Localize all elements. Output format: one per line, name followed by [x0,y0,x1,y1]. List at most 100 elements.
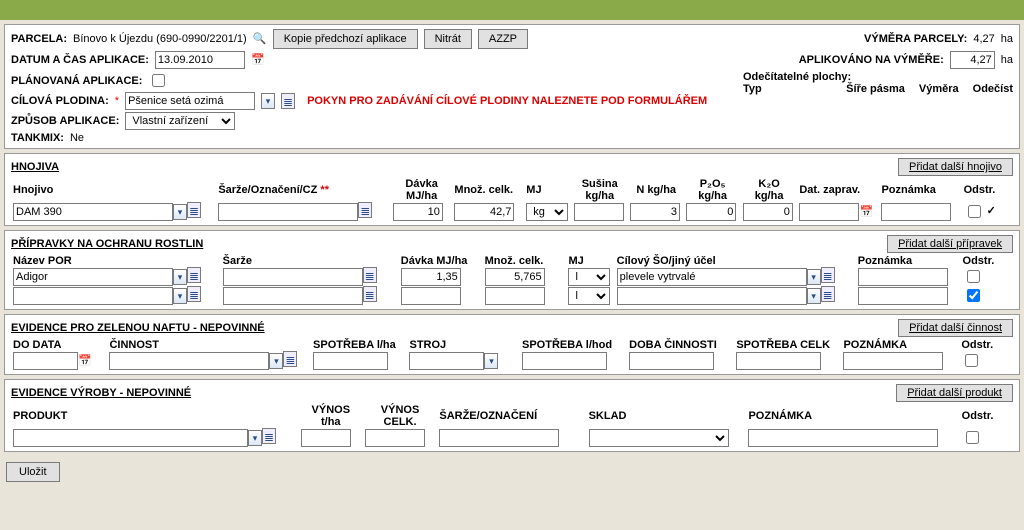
col-mj: MJ [524,178,571,202]
vyroba-vynostha-input[interactable] [301,429,351,447]
vyroba-vynoscelk-input[interactable] [365,429,425,447]
vyroba-pozn-input[interactable] [748,429,938,447]
datum-input[interactable] [155,51,245,69]
sarze-input[interactable] [218,203,358,221]
nafta-spotcelk-input[interactable] [736,352,821,370]
por0-pozn-input[interactable] [858,268,948,286]
vyroba-sklad-select[interactable] [589,429,729,447]
por1-list-icon[interactable] [187,286,201,302]
nafta-cinnost-input[interactable] [109,352,269,370]
col-sarze: Šarže/Označení/CZ ** [216,178,391,202]
nafta-cinnost-dd-icon[interactable] [269,353,283,369]
p2o5-input[interactable] [686,203,736,221]
por0-sarze-input[interactable] [223,268,363,286]
por0-davka-input[interactable] [401,268,461,286]
col-p2o5: P₂O₅ kg/ha [684,178,740,202]
por1-cilovy-input[interactable] [617,287,807,305]
col-nafta-dodata: DO DATA [11,339,107,351]
por0-nazev-input[interactable] [13,268,173,286]
pozn-input[interactable] [881,203,951,221]
por1-dd-icon[interactable] [173,288,187,304]
dat-input[interactable] [799,203,859,221]
col-vyroba-sarze: ŠARŽE/OZNAČENÍ [437,404,586,428]
por1-nazev-input[interactable] [13,287,173,305]
add-por-button[interactable]: Přidat další přípravek [887,235,1013,253]
por0-dd-icon[interactable] [173,269,187,285]
por0-mnoz-input[interactable] [485,268,545,286]
cilova-list-icon[interactable] [281,93,295,109]
nafta-title: EVIDENCE PRO ZELENOU NAFTU - NEPOVINNÉ [11,322,265,334]
nafta-dodata-input[interactable] [13,352,78,370]
por0-sarze-list-icon[interactable] [363,267,377,283]
vyroba-produkt-dd-icon[interactable] [248,430,262,446]
azzp-button[interactable]: AZZP [478,29,528,49]
hnojivo-list-icon[interactable] [187,202,201,218]
nafta-splhod-input[interactable] [522,352,607,370]
col-nafta-pozn: POZNÁMKA [841,339,959,351]
vyroba-produkt-list-icon[interactable] [262,428,276,444]
davka-input[interactable] [393,203,443,221]
por0-mj-select[interactable]: l [568,268,610,286]
cilova-dropdown-icon[interactable] [261,93,275,109]
hnojivo-dd-icon[interactable] [173,204,187,220]
por1-mnoz-input[interactable] [485,287,545,305]
mj-select[interactable]: kg [526,203,568,221]
zpusob-select[interactable]: Vlastní zařízení [125,112,235,130]
save-button[interactable]: Uložit [6,462,60,482]
kopie-button[interactable]: Kopie předchozí aplikace [273,29,418,49]
calendar-icon[interactable] [251,53,265,67]
pokyn-text: POKYN PRO ZADÁVÁNÍ CÍLOVÉ PLODINY NALEZN… [307,95,707,107]
por-table: Název POR Šarže Dávka MJ/ha Množ. celk. … [11,255,1013,305]
dat-cal-icon[interactable] [859,205,873,219]
nafta-stroj-input[interactable] [409,352,484,370]
hnojiva-panel: HNOJIVA Přidat další hnojivo Hnojivo Šar… [4,153,1020,226]
vyroba-sarze-input[interactable] [439,429,559,447]
nafta-doba-input[interactable] [629,352,714,370]
por0-odstr-checkbox[interactable] [967,270,980,283]
hnojivo-input[interactable] [13,203,173,221]
nafta-pozn-input[interactable] [843,352,943,370]
por1-davka-input[interactable] [401,287,461,305]
por1-sarze-list-icon[interactable] [363,286,377,302]
nafta-cinnost-list-icon[interactable] [283,351,297,367]
susina-input[interactable] [574,203,624,221]
por1-cilovy-dd-icon[interactable] [807,288,821,304]
vyroba-odstr-checkbox[interactable] [966,431,979,444]
planovana-checkbox[interactable] [152,74,165,87]
nafta-cal-icon[interactable] [78,354,92,368]
por1-odstr-checkbox[interactable] [967,289,980,302]
por1-sarze-input[interactable] [223,287,363,305]
por1-mj-select[interactable]: l [568,287,610,305]
topbar [0,0,1024,20]
nafta-row [11,351,1013,370]
nafta-odstr-checkbox[interactable] [965,354,978,367]
add-nafta-button[interactable]: Přidat další činnost [898,319,1013,337]
col-mnozcelk: Množ. celk. [452,178,524,202]
por0-cilovy-dd-icon[interactable] [807,269,821,285]
col-por-mnozcelk: Množ. celk. [483,255,567,267]
aplik-input[interactable] [950,51,995,69]
col-por-sarze: Šarže [221,255,399,267]
nitrat-button[interactable]: Nitrát [424,29,472,49]
k2o-input[interactable] [743,203,793,221]
odecit-odecist: Odečíst [973,83,1013,95]
sarze-list-icon[interactable] [358,202,372,218]
por1-cilovy-list-icon[interactable] [821,286,835,302]
nafta-splha-input[interactable] [313,352,388,370]
por0-cilovy-input[interactable] [617,268,807,286]
nafta-stroj-dd-icon[interactable] [484,353,498,369]
mnozcelk-input[interactable] [454,203,514,221]
col-pozn: Poznámka [879,178,961,202]
odstr-checkbox[interactable] [968,205,981,218]
vyroba-produkt-input[interactable] [13,429,248,447]
por1-pozn-input[interactable] [858,287,948,305]
search-icon[interactable] [253,32,267,46]
parcela-label: PARCELA: [11,33,67,45]
cilova-input[interactable] [125,92,255,110]
por0-list-icon[interactable] [187,267,201,283]
n-input[interactable] [630,203,680,221]
add-vyroba-button[interactable]: Přidat další produkt [896,384,1013,402]
add-hnojivo-button[interactable]: Přidat další hnojivo [898,158,1013,176]
por-row-0: l [11,267,1013,286]
por0-cilovy-list-icon[interactable] [821,267,835,283]
